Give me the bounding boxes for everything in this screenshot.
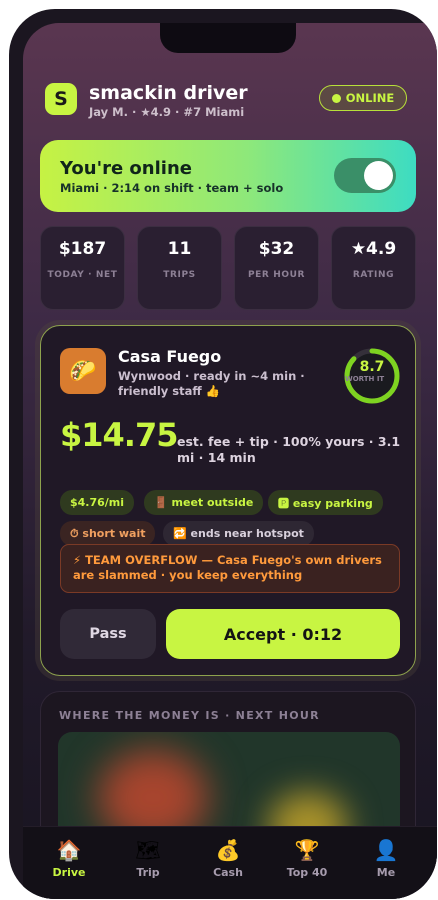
stat-label: TRIPS [163, 270, 196, 280]
offer-price: $14.75 [60, 416, 178, 454]
chip-ends-near-hotspot: 🔁 ends near hotspot [163, 521, 314, 546]
chip-easy-parking: 🅿 easy parking [268, 490, 383, 515]
app-title: smackin driver [89, 82, 248, 104]
restaurant-name: Casa Fuego [118, 347, 222, 366]
tab-top-40[interactable]: 🏆 Top 40 [277, 837, 337, 879]
chip-per-mile: $4.76/mi [60, 490, 135, 515]
shift-info: Miami · 2:14 on shift · team + solo [60, 181, 284, 195]
chip-short-wait: ⏱ short wait [60, 521, 156, 546]
chip-meet-outside: 🚪 meet outside [144, 490, 264, 515]
tab-label: Trip [136, 866, 160, 879]
restaurant-description: Wynwood · ready in ~4 min · friendly sta… [118, 369, 305, 398]
price-detail: est. fee + tip · 100% yours · 3.1 mi · 1… [177, 434, 401, 465]
stat-trips: 11 TRIPS [137, 226, 222, 310]
stat-value: $32 [258, 239, 295, 259]
tab-cash[interactable]: 💰 Cash [198, 837, 258, 879]
online-card: You're online Miami · 2:14 on shift · te… [40, 140, 416, 212]
money-bag-icon: 💰 [215, 838, 241, 862]
user-icon: 👤 [373, 838, 399, 862]
team-overflow-banner: ⚡ TEAM OVERFLOW — Casa Fuego's own drive… [60, 544, 400, 593]
tab-label: Drive [52, 866, 86, 879]
stat-label: TODAY · NET [47, 270, 118, 280]
stat-label: RATING [352, 270, 395, 280]
online-title: You're online [60, 158, 192, 179]
worth-score-label: WORTH IT [345, 375, 385, 383]
stat-value: 11 [167, 239, 192, 259]
status-dot-icon [331, 93, 341, 103]
stat-rating: ★4.9 RATING [331, 226, 416, 310]
online-status-badge[interactable]: ONLINE [319, 85, 407, 111]
driver-summary: Jay M. · ★4.9 · #7 Miami [89, 105, 245, 119]
toggle-knob [364, 161, 393, 190]
tab-label: Top 40 [286, 866, 328, 879]
money-section-title: WHERE THE MONEY IS · NEXT HOUR [59, 709, 320, 722]
stat-value: $187 [58, 239, 107, 259]
accept-button[interactable]: Accept · 0:12 [166, 609, 400, 659]
phone-frame: S smackin driver Jay M. · ★4.9 · #7 Miam… [9, 9, 437, 899]
tab-label: Cash [213, 866, 243, 879]
stat-value: ★4.9 [350, 239, 397, 259]
stat-label: PER HOUR [247, 270, 306, 280]
bottom-tab-bar: 🏠 Drive 🗺 Trip 💰 Cash 🏆 Top 40 👤 Me [23, 826, 437, 899]
online-toggle[interactable] [334, 158, 396, 193]
worth-score-value: 8.7 [359, 359, 385, 375]
map-icon: 🗺 [135, 838, 161, 862]
app-logo: S [45, 83, 77, 115]
trophy-icon: 🏆 [294, 838, 320, 862]
app-screen: S smackin driver Jay M. · ★4.9 · #7 Miam… [23, 23, 437, 899]
taco-icon: 🌮 [60, 348, 106, 394]
stat-per-hour: $32 PER HOUR [234, 226, 319, 310]
pass-button[interactable]: Pass [60, 609, 156, 659]
stat-today-net: $187 TODAY · NET [40, 226, 125, 310]
online-status-label: ONLINE [345, 91, 395, 105]
house-icon: 🏠 [56, 838, 82, 862]
tab-trip[interactable]: 🗺 Trip [118, 837, 178, 879]
notch [160, 23, 296, 53]
tab-drive[interactable]: 🏠 Drive [39, 837, 99, 879]
delivery-offer-card[interactable]: 🌮 Casa Fuego Wynwood · ready in ~4 min ·… [40, 325, 416, 676]
tab-label: Me [376, 866, 396, 879]
tab-me[interactable]: 👤 Me [356, 837, 416, 879]
